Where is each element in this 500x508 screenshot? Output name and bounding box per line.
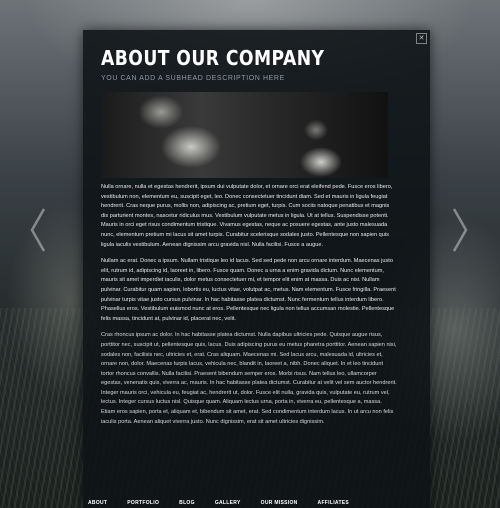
paragraph: Nullam ac erat. Donec a ipsum. Nullam tr… <box>101 258 396 322</box>
paragraph: Nulla ornare, nulla et egestas hendrerit… <box>101 184 393 248</box>
footer-nav: ABOUT PORTFOLIO BLOG GALLERY OUR MISSION… <box>88 500 349 508</box>
nav-link-blog[interactable]: BLOG <box>179 500 195 508</box>
chevron-left-icon[interactable] <box>28 205 48 255</box>
page-title: ABOUT OUR COMPANY <box>101 46 325 70</box>
nav-link-about[interactable]: ABOUT <box>88 500 107 508</box>
header-image <box>101 92 388 178</box>
body-text: Nulla ornare, nulla et egestas hendrerit… <box>101 183 397 434</box>
chevron-right-icon[interactable] <box>450 205 470 255</box>
nav-link-our-mission[interactable]: OUR MISSION <box>261 500 298 508</box>
close-icon[interactable]: ✕ <box>416 33 427 44</box>
nav-link-gallery[interactable]: GALLERY <box>215 500 241 508</box>
nav-link-portfolio[interactable]: PORTFOLIO <box>127 500 159 508</box>
nav-link-affiliates[interactable]: AFFILIATES <box>318 500 350 508</box>
about-modal: ✕ ABOUT OUR COMPANY YOU CAN ADD A SUBHEA… <box>83 30 430 508</box>
page-subhead: YOU CAN ADD A SUBHEAD DESCRIPTION HERE <box>101 75 285 82</box>
paragraph: Cras rhoncus ipsum ac dolor. In hac habi… <box>101 332 397 425</box>
